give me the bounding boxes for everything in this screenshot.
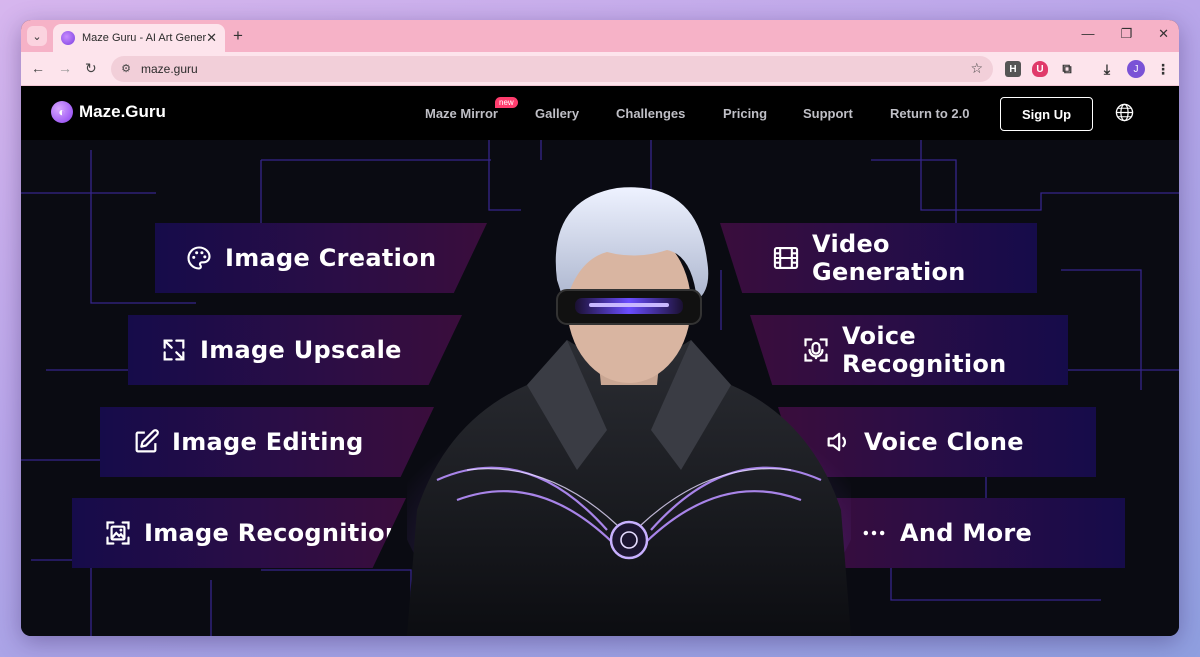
feature-label: Image Editing — [172, 428, 364, 456]
tab-title: Maze Guru - AI Art Generator - — [82, 32, 207, 44]
browser-toolbar: ← → ↻ ⚙ maze.guru ☆ H U ⧉ ⤓ J ⋮ — [21, 52, 1179, 86]
feature-label: Image Recognition — [144, 519, 403, 547]
feature-image-recognition[interactable]: Image Recognition — [72, 498, 406, 568]
palette-icon — [187, 246, 211, 270]
profile-avatar[interactable]: J — [1127, 60, 1145, 78]
nav-pricing[interactable]: Pricing — [723, 106, 767, 121]
back-icon[interactable]: ← — [31, 60, 45, 76]
site-info-icon[interactable]: ⚙ — [119, 62, 133, 76]
feature-label: Voice Recognition — [842, 322, 1007, 378]
nav-support[interactable]: Support — [803, 106, 853, 121]
favicon-icon — [61, 31, 75, 45]
logo-icon: ◐ — [51, 101, 73, 123]
puzzle-extensions-icon[interactable]: ⧉ — [1059, 61, 1075, 77]
shield-extension-icon[interactable]: U — [1032, 61, 1048, 77]
nav-return-to-2[interactable]: Return to 2.0 — [890, 106, 969, 121]
site-header: ◐ Maze.Guru Maze Mirror new Gallery Chal… — [21, 86, 1179, 140]
feature-and-more[interactable]: And More — [808, 498, 1125, 568]
image-scan-icon — [106, 521, 130, 545]
extension-h-icon[interactable]: H — [1005, 61, 1021, 77]
address-bar[interactable]: ⚙ maze.guru ☆ — [111, 56, 993, 82]
nav-maze-mirror[interactable]: Maze Mirror — [425, 106, 498, 121]
download-icon[interactable]: ⤓ — [1099, 61, 1115, 77]
menu-kebab-icon[interactable]: ⋮ — [1155, 61, 1171, 77]
expand-icon — [163, 339, 185, 361]
feature-label: Voice Clone — [864, 428, 1024, 456]
browser-window: ⌄ Maze Guru - AI Art Generator - ✕ + — ❐… — [21, 20, 1179, 636]
edit-icon — [135, 429, 159, 453]
url-text: maze.guru — [141, 62, 198, 76]
close-icon[interactable]: ✕ — [206, 30, 217, 46]
feature-label: And More — [900, 519, 1033, 547]
feature-label: Image Upscale — [200, 336, 402, 364]
nav-gallery[interactable]: Gallery — [535, 106, 579, 121]
restore-icon[interactable]: ❐ — [1120, 26, 1132, 42]
feature-label: Image Creation — [225, 244, 437, 272]
bookmark-star-icon[interactable]: ☆ — [970, 60, 983, 77]
tab-search-button[interactable]: ⌄ — [27, 26, 47, 46]
sign-up-button[interactable]: Sign Up — [1000, 97, 1093, 131]
minimize-icon[interactable]: — — [1081, 26, 1094, 42]
hero-character-image — [407, 187, 851, 636]
reload-icon[interactable]: ↻ — [85, 60, 97, 77]
new-tab-button[interactable]: + — [233, 26, 243, 46]
logo-text: Maze.Guru — [79, 102, 166, 121]
close-window-icon[interactable]: ✕ — [1158, 26, 1169, 42]
hero-section: Image Creation Image Upscale Image Editi… — [21, 140, 1179, 636]
browser-tab[interactable]: Maze Guru - AI Art Generator - ✕ — [53, 24, 225, 52]
site-logo[interactable]: ◐ Maze.Guru — [51, 101, 166, 123]
forward-icon[interactable]: → — [58, 60, 72, 76]
new-badge: new — [495, 97, 518, 108]
nav-challenges[interactable]: Challenges — [616, 106, 685, 121]
window-controls: — ❐ ✕ — [1081, 26, 1169, 42]
tab-strip: ⌄ Maze Guru - AI Art Generator - ✕ + — ❐… — [21, 20, 1179, 52]
globe-icon[interactable] — [1115, 103, 1134, 122]
chevron-down-icon: ⌄ — [32, 30, 42, 43]
more-icon — [863, 530, 885, 536]
feature-image-editing[interactable]: Image Editing — [100, 407, 434, 477]
